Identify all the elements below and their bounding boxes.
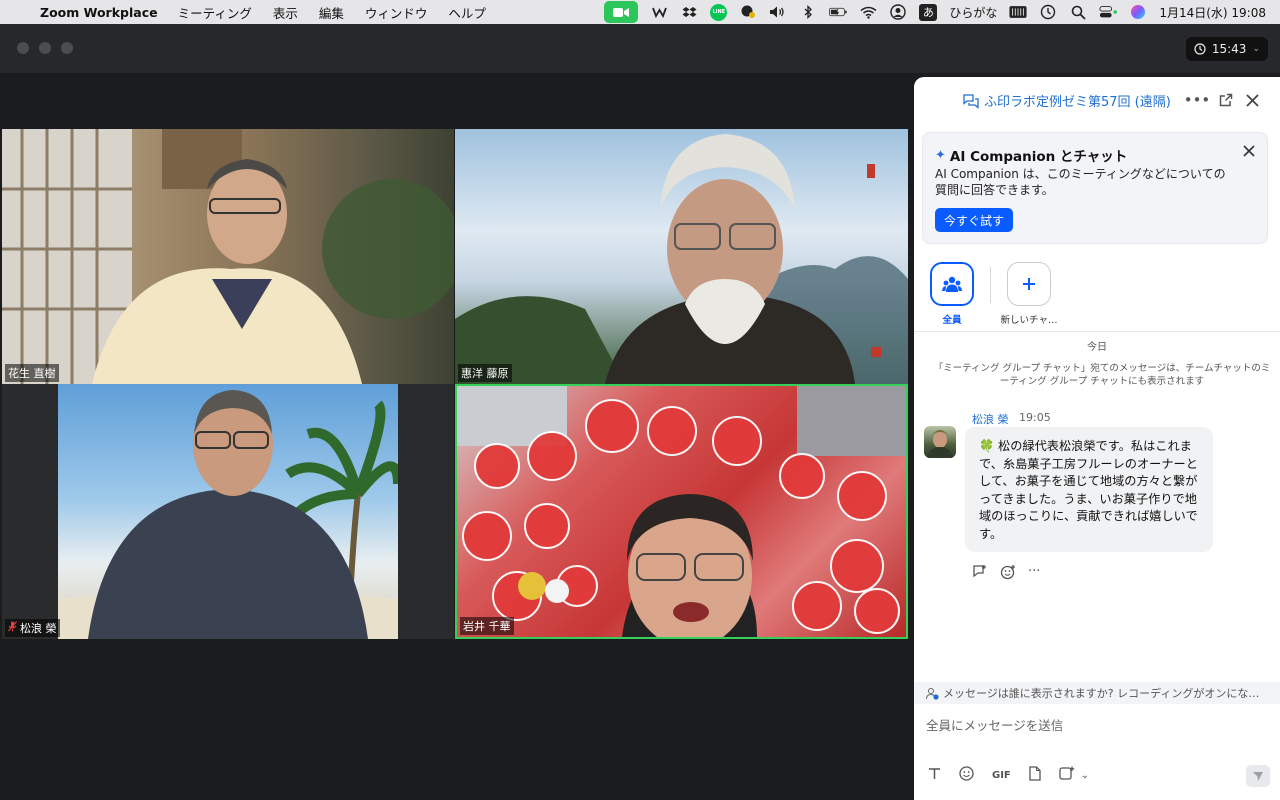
- sparkle-icon: ✦: [935, 147, 946, 163]
- video-tile-active-speaker[interactable]: 岩井 千華: [455, 384, 908, 639]
- reply-icon[interactable]: [972, 564, 988, 584]
- message-sender[interactable]: 松浪 榮: [972, 411, 1009, 427]
- video-tile[interactable]: 惠洋 藤原: [455, 129, 908, 384]
- line-icon[interactable]: LINE: [710, 3, 728, 21]
- visibility-notice[interactable]: メッセージは誰に表示されますか? レコーディングがオンにな…: [914, 682, 1280, 704]
- participant-name-tag: 花生 直樹: [5, 364, 59, 382]
- video-tile[interactable]: 松浪 榮: [2, 384, 454, 639]
- recipient-everyone[interactable]: 全員: [922, 262, 982, 326]
- participant-name: 惠洋 藤原: [461, 367, 509, 380]
- ime-mode-label[interactable]: ひらがな: [949, 4, 997, 21]
- participant-name-tag: 岩井 千華: [460, 617, 514, 635]
- keyboard-icon[interactable]: [1009, 4, 1027, 20]
- ai-card-description: AI Companion は、このミーティングなどについての質問に回答できます。: [935, 167, 1226, 197]
- message-input[interactable]: 全員にメッセージを送信: [926, 715, 1063, 734]
- app-w-icon[interactable]: [650, 4, 668, 20]
- more-options-icon[interactable]: ···: [1028, 564, 1040, 584]
- meeting-timer[interactable]: 15:43 ⌄: [1185, 37, 1268, 61]
- ai-card-title: ✦ AI Companion とチャット: [935, 145, 1128, 166]
- close-icon[interactable]: [1241, 89, 1263, 111]
- menu-help[interactable]: ヘルプ: [448, 3, 486, 22]
- menu-view[interactable]: 表示: [273, 3, 298, 22]
- volume-icon[interactable]: [769, 4, 787, 20]
- text-format-icon[interactable]: [928, 767, 941, 784]
- avatar[interactable]: [924, 426, 956, 458]
- status-tray: LINE あ ひらがな 1月14日(水) 19:08: [604, 0, 1266, 24]
- compose-toolbar: GIF ⌄: [928, 766, 1089, 785]
- user-account-icon[interactable]: [889, 4, 907, 20]
- spotlight-search-icon[interactable]: [1069, 4, 1087, 20]
- clock-datetime[interactable]: 1月14日(水) 19:08: [1159, 4, 1266, 21]
- siri-icon[interactable]: [1129, 4, 1147, 20]
- more-options-icon[interactable]: •••: [1184, 89, 1211, 111]
- battery-icon[interactable]: [829, 4, 847, 20]
- chat-bubbles-icon: [963, 93, 979, 109]
- person-info-icon: [926, 687, 939, 700]
- bluetooth-icon[interactable]: [799, 4, 817, 20]
- pop-out-icon[interactable]: [1215, 89, 1237, 111]
- send-icon: [1253, 772, 1263, 781]
- system-message: 「ミーティング グループ チャット」宛てのメッセージは、チームチャットのミーティ…: [933, 363, 1271, 387]
- video-feed: [457, 386, 906, 637]
- message-actions: ···: [972, 564, 1040, 584]
- menu-meeting[interactable]: ミーティング: [178, 3, 252, 22]
- ai-card-title-text: AI Companion とチャット: [949, 149, 1128, 165]
- virtual-background: [58, 384, 398, 639]
- ime-hiragana-icon[interactable]: あ: [919, 3, 938, 21]
- app-menu[interactable]: Zoom Workplace: [40, 5, 158, 20]
- menu-window[interactable]: ウィンドウ: [365, 3, 428, 22]
- minimize-window-button[interactable]: [39, 42, 51, 54]
- zoom-window-button[interactable]: [61, 42, 73, 54]
- participant-name-tag: 惠洋 藤原: [458, 364, 512, 382]
- menu-bar: Zoom Workplace ミーティング 表示 編集 ウィンドウ ヘルプ LI…: [0, 0, 1280, 24]
- wifi-icon[interactable]: [859, 4, 877, 20]
- mic-muted-icon: [8, 621, 17, 635]
- participant-name-tag: 松浪 榮: [5, 619, 60, 637]
- close-window-button[interactable]: [17, 42, 29, 54]
- participant-name: 花生 直樹: [8, 367, 56, 380]
- emoji-icon[interactable]: [959, 766, 974, 785]
- recipient-label: 新しいチャ…: [1000, 315, 1058, 326]
- close-icon[interactable]: [1243, 143, 1255, 161]
- gif-icon[interactable]: GIF: [992, 770, 1011, 781]
- recipient-label: 全員: [942, 315, 962, 326]
- chat-panel: ふ印ラボ定例ゼミ第57回 (遠隔) ••• ✦ AI Companion とチャ…: [914, 77, 1280, 800]
- screenshot-icon[interactable]: [1059, 766, 1075, 785]
- chevron-down-icon: ⌄: [1252, 44, 1260, 54]
- message-bubble[interactable]: 🍀 松の緑代表松浪榮です。私はこれまで、糸島菓子工房フルーレのオーナーとして、お…: [965, 427, 1213, 552]
- timer-value: 15:43: [1211, 42, 1247, 56]
- participant-name: 岩井 千華: [463, 620, 511, 633]
- title-bar: 15:43 ⌄: [0, 24, 1280, 73]
- send-button[interactable]: [1246, 765, 1270, 787]
- participant-name: 松浪 榮: [20, 622, 57, 635]
- video-tile[interactable]: 花生 直樹: [2, 129, 454, 384]
- add-reaction-icon[interactable]: [1000, 564, 1016, 584]
- plus-icon: [1007, 262, 1051, 306]
- chat-title[interactable]: ふ印ラボ定例ゼミ第57回 (遠隔): [962, 91, 1171, 110]
- divider: [914, 331, 1280, 332]
- notice-text: メッセージは誰に表示されますか? レコーディングがオンにな…: [943, 687, 1260, 700]
- cloud-app-icon[interactable]: [739, 4, 757, 20]
- chat-title-text: ふ印ラボ定例ゼミ第57回 (遠隔): [984, 95, 1171, 110]
- menu-edit[interactable]: 編集: [319, 3, 344, 22]
- control-center-icon[interactable]: [1099, 4, 1118, 20]
- everyone-icon: [930, 262, 974, 306]
- ai-companion-card: ✦ AI Companion とチャット AI Companion は、このミー…: [922, 132, 1268, 244]
- clock-icon: [1194, 43, 1206, 55]
- divider: [990, 267, 991, 303]
- dropbox-icon[interactable]: [680, 4, 698, 20]
- message-time: 19:05: [1019, 411, 1051, 424]
- zoom-video-icon[interactable]: [604, 1, 639, 23]
- video-feed: [455, 134, 908, 384]
- try-now-button[interactable]: 今すぐ試す: [935, 208, 1014, 232]
- day-separator: 今日: [1087, 342, 1107, 353]
- time-machine-icon[interactable]: [1039, 4, 1057, 20]
- video-feed: [2, 129, 454, 384]
- file-icon[interactable]: [1029, 766, 1041, 785]
- new-chat-button[interactable]: 新しいチャ…: [999, 262, 1059, 326]
- chevron-down-icon[interactable]: ⌄: [1081, 770, 1089, 781]
